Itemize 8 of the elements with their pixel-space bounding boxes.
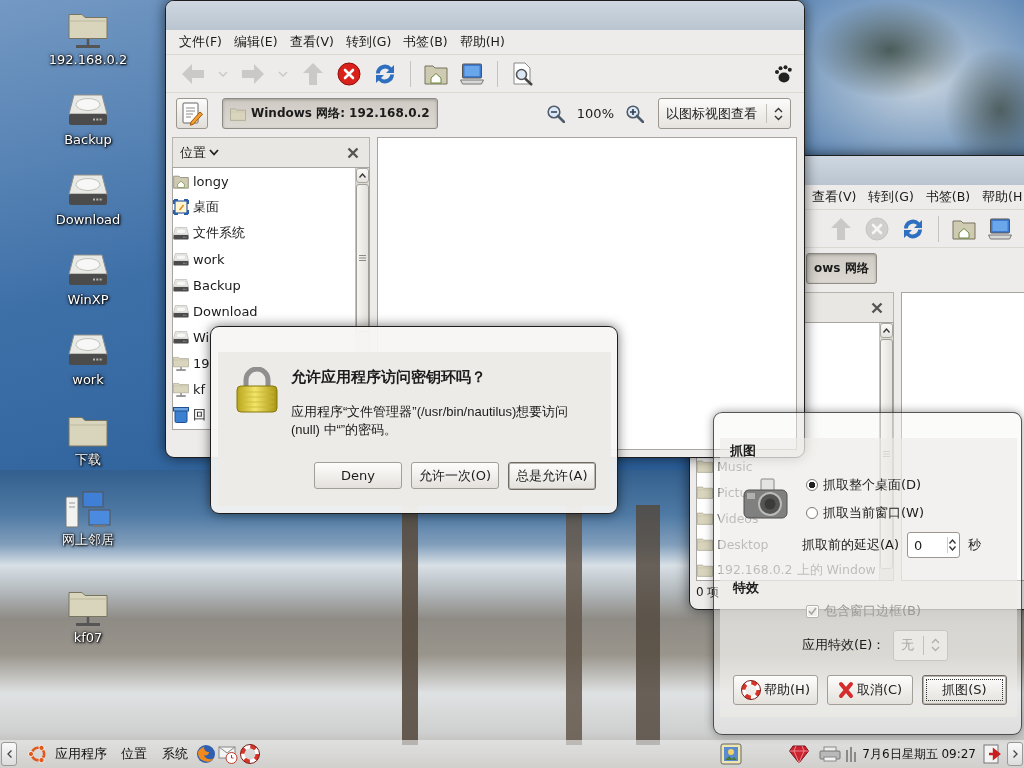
delay-label: 抓取前的延迟(A) — [802, 536, 900, 554]
effect-label: 应用特效(E)： — [802, 636, 886, 654]
zoom-level: 100% — [576, 106, 614, 121]
section-heading: 抓图 — [730, 443, 756, 458]
dialog-message: 应用程序“文件管理器”(/usr/bin/nautilus)想要访问 (null) 中“”的密码。 — [291, 403, 570, 439]
delay-unit: 秒 — [968, 536, 982, 554]
dialog-title: 允许应用程序访问密钥环吗？ — [291, 367, 486, 387]
section-heading: 特效 — [733, 579, 759, 597]
